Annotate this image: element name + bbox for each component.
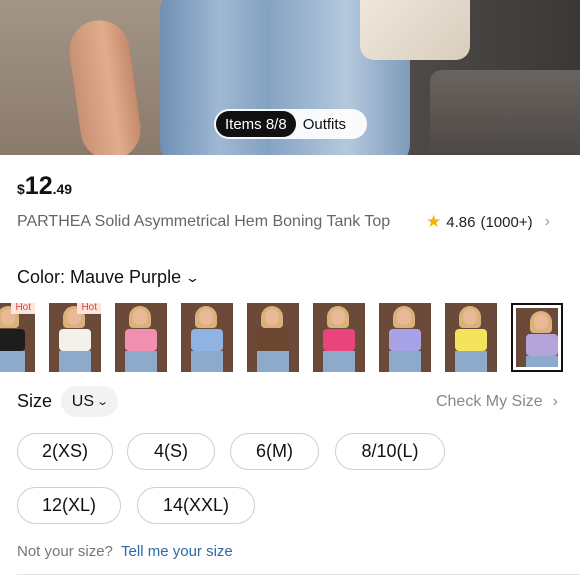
color-swatch[interactable]: Hot	[49, 303, 101, 372]
color-swatch[interactable]: Hot	[0, 303, 35, 372]
chevron-right-icon: ›	[552, 393, 558, 410]
color-swatch[interactable]	[115, 303, 167, 372]
color-swatch[interactable]	[511, 303, 563, 372]
swatch-jeans	[257, 351, 289, 372]
swatch-jeans	[389, 351, 421, 372]
chevron-down-icon: ⌄	[184, 269, 201, 285]
size-option[interactable]: 12(XL)	[17, 487, 121, 524]
swatch-top-color	[59, 329, 91, 351]
color-swatch[interactable]	[181, 303, 233, 372]
divider	[17, 574, 580, 575]
outfits-tab[interactable]: Outfits	[296, 116, 353, 133]
swatch-model-face	[199, 309, 213, 325]
size-label: Size	[17, 391, 53, 411]
size-unit-dropdown[interactable]: US ⌄	[61, 386, 118, 417]
price-integer: 12	[24, 172, 53, 200]
product-image[interactable]: Items 8/8 Outfits	[0, 0, 580, 155]
swatch-model-face	[397, 309, 411, 325]
color-swatch-list: Hot Hot	[0, 303, 580, 373]
swatch-top-color	[526, 334, 558, 356]
swatch-jeans	[191, 351, 223, 372]
swatch-model-face	[534, 314, 548, 330]
swatch-jeans	[323, 351, 355, 372]
chevron-right-icon: ›	[544, 213, 550, 230]
swatch-top-color	[455, 329, 487, 351]
color-selector[interactable]: Color: Mauve Purple ⌄	[17, 267, 201, 288]
rating-count: (1000+)	[480, 213, 533, 231]
rating-summary[interactable]: ★ 4.86 (1000+) ›	[426, 212, 550, 232]
color-swatch[interactable]	[313, 303, 365, 372]
swatch-model-face	[463, 309, 477, 325]
color-swatch[interactable]	[379, 303, 431, 372]
check-my-size-label: Check My Size	[435, 393, 543, 410]
swatch-jeans	[455, 351, 487, 372]
hot-badge: Hot	[77, 303, 101, 314]
hot-badge: Hot	[11, 303, 35, 314]
swatch-top-color	[389, 329, 421, 351]
sofa-background	[430, 70, 580, 155]
price-decimal: .49	[52, 181, 73, 197]
price-currency: $	[17, 181, 25, 197]
swatch-top-color	[125, 329, 157, 351]
size-option[interactable]: 4(S)	[127, 433, 215, 470]
swatch-jeans	[0, 351, 25, 372]
chevron-down-icon: ⌄	[96, 396, 110, 408]
size-option[interactable]: 8/10(L)	[335, 433, 445, 470]
swatch-jeans	[526, 356, 558, 367]
check-my-size-link[interactable]: Check My Size ›	[436, 393, 558, 411]
items-tab[interactable]: Items 8/8	[216, 111, 296, 137]
tell-me-your-size-link[interactable]: Tell me your size	[121, 543, 233, 560]
color-swatch[interactable]	[247, 303, 299, 372]
swatch-top-color	[257, 329, 289, 351]
size-option[interactable]: 14(XXL)	[137, 487, 255, 524]
swatch-jeans	[59, 351, 91, 372]
star-icon: ★	[426, 212, 442, 231]
gallery-segmented-control: Items 8/8 Outfits	[214, 109, 367, 139]
color-swatch[interactable]	[445, 303, 497, 372]
swatch-top-color	[323, 329, 355, 351]
price: $ 12 .49	[17, 172, 72, 201]
swatch-model-face	[331, 309, 345, 325]
swatch-jeans	[125, 351, 157, 372]
color-label: Color: Mauve Purple	[17, 267, 182, 287]
product-title: PARTHEA Solid Asymmetrical Hem Boning Ta…	[17, 213, 391, 230]
swatch-top-color	[0, 329, 25, 351]
swatch-top-color	[191, 329, 223, 351]
size-option[interactable]: 6(M)	[230, 433, 319, 470]
swatch-model-face	[265, 309, 279, 325]
handbag	[360, 0, 470, 60]
size-hint: Not your size? Tell me your size	[17, 543, 233, 560]
swatch-model-face	[133, 309, 147, 325]
size-option[interactable]: 2(XS)	[17, 433, 113, 470]
size-unit-value: US	[71, 392, 94, 410]
rating-value: 4.86	[446, 213, 476, 231]
size-hint-text: Not your size?	[17, 543, 113, 560]
